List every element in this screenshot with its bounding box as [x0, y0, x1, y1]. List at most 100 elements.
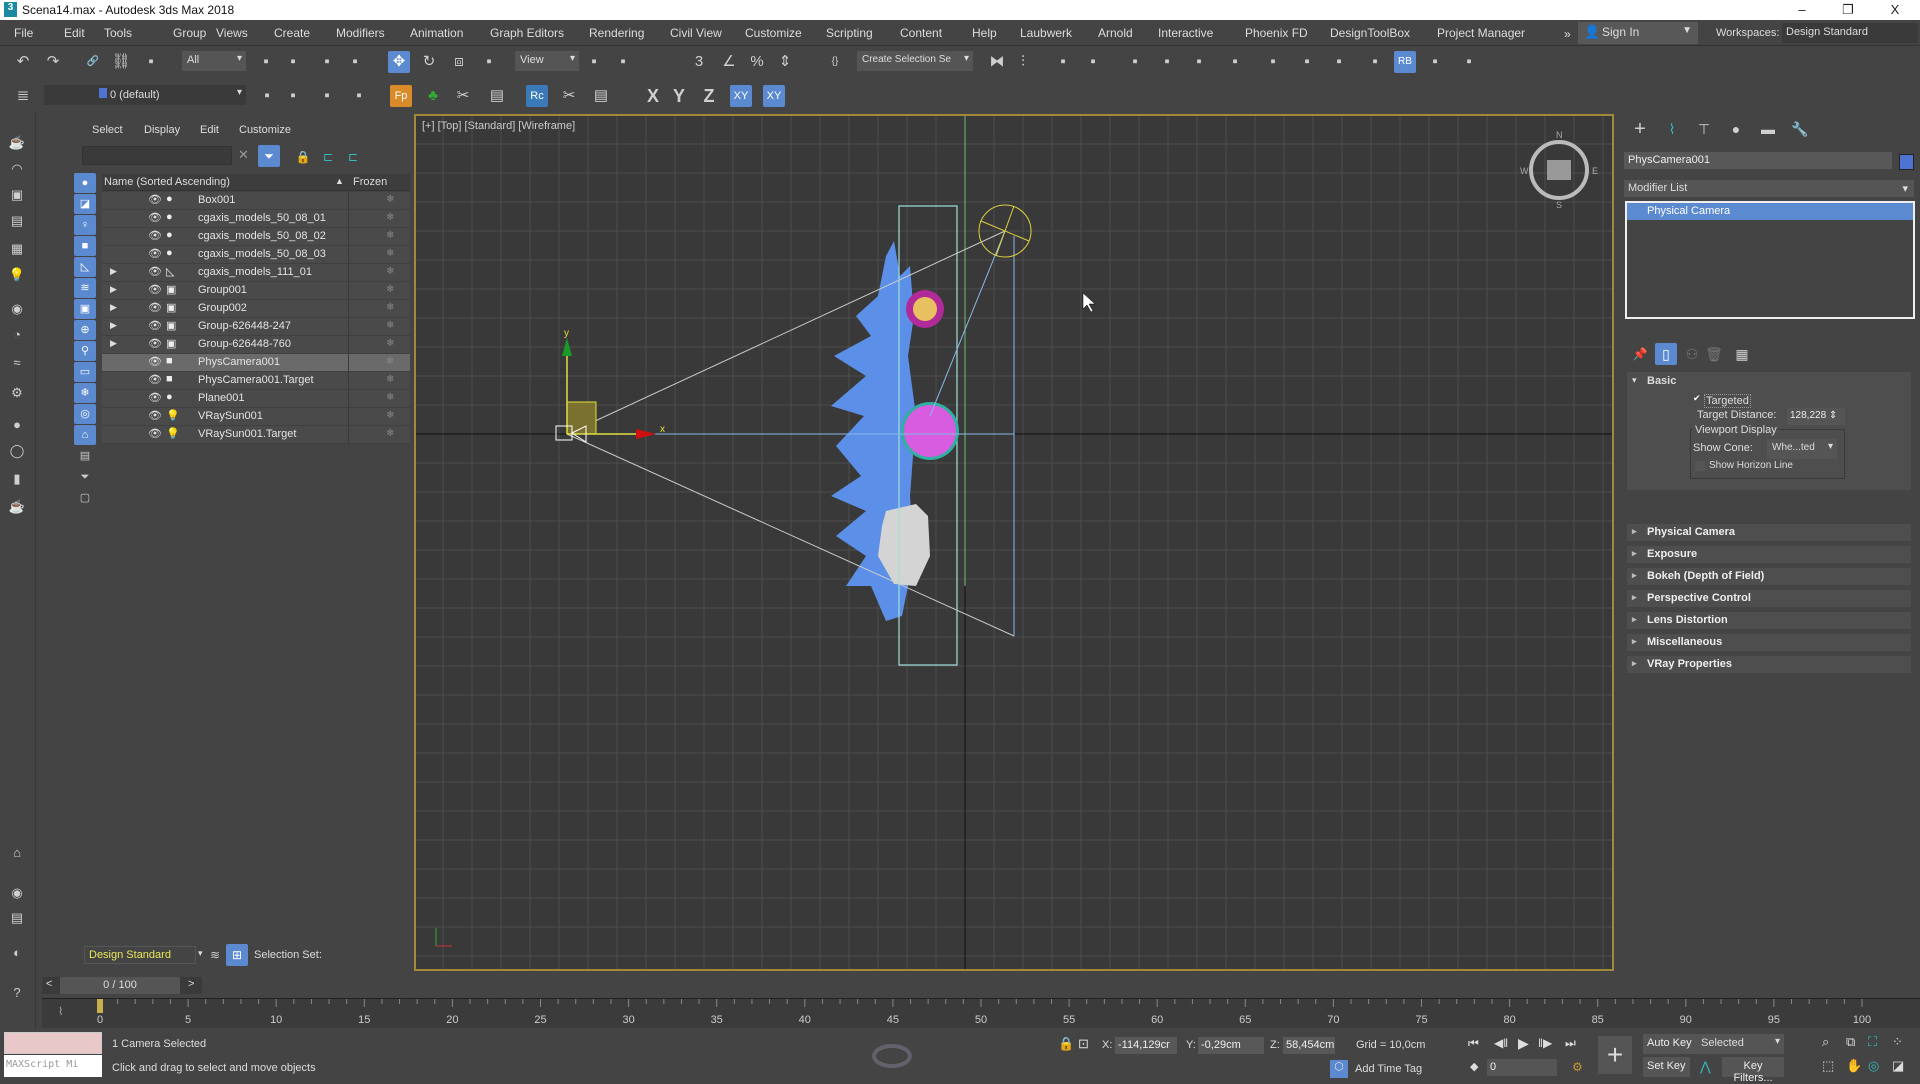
- undo-icon[interactable]: ↶: [12, 51, 34, 73]
- menu-animation[interactable]: Animation: [410, 26, 463, 40]
- default-tangents-icon[interactable]: ⋀: [1700, 1059, 1711, 1075]
- frozen-toggle-icon[interactable]: ❄: [386, 320, 394, 331]
- explorer-row[interactable]: ▶ 👁 ▣ Group001 ❄: [102, 282, 410, 300]
- teapot2-icon[interactable]: ☕: [6, 496, 28, 518]
- filter-cameras-icon[interactable]: ■: [74, 236, 96, 256]
- maxscript-listener[interactable]: [4, 1032, 102, 1054]
- frozen-toggle-icon[interactable]: ❄: [386, 266, 394, 277]
- menu-customize[interactable]: Customize: [745, 26, 802, 40]
- menu-laubwerk[interactable]: Laubwerk: [1020, 26, 1072, 40]
- visibility-eye-icon[interactable]: 👁: [148, 373, 162, 386]
- workspace-selector[interactable]: Design Standard: [84, 946, 196, 964]
- lock-icon[interactable]: 🔒: [292, 146, 314, 168]
- select-place-icon[interactable]: ▪: [478, 51, 500, 73]
- close-button[interactable]: X: [1880, 2, 1910, 17]
- set-key-button[interactable]: Set Key: [1643, 1057, 1690, 1077]
- explorer-row[interactable]: 👁 ● cgaxis_models_50_08_01 ❄: [102, 210, 410, 228]
- expand-arrow-icon[interactable]: ▶: [110, 302, 117, 313]
- schematic-view-icon[interactable]: ▪: [1188, 51, 1210, 73]
- maximize-viewport-icon[interactable]: ◪: [1892, 1058, 1904, 1074]
- visibility-eye-icon[interactable]: 👁: [148, 247, 162, 260]
- explorer-row[interactable]: 👁 💡 VRaySun001 ❄: [102, 408, 410, 426]
- go-to-start-icon[interactable]: ⏮: [1468, 1036, 1479, 1051]
- viewport-icon[interactable]: ▦: [6, 238, 28, 260]
- modifier-list-dropdown[interactable]: Modifier List: [1624, 180, 1914, 197]
- rollout-physical-camera[interactable]: Physical Camera: [1627, 524, 1911, 541]
- z-coordinate-field[interactable]: 58,454cm: [1283, 1037, 1335, 1054]
- menu-scripting[interactable]: Scripting: [826, 26, 873, 40]
- scene-icon[interactable]: ▤: [6, 210, 28, 232]
- zoom-extents-icon[interactable]: ⛶: [1868, 1034, 1877, 1050]
- axis-constraint-xy-button[interactable]: XY: [763, 85, 785, 107]
- target-distance-field[interactable]: 128,228 ⇕: [1787, 408, 1845, 425]
- maxscript-mini-input[interactable]: MAXScript Mi: [4, 1055, 102, 1077]
- mirror-icon[interactable]: ⧓: [986, 51, 1008, 73]
- curve-editor-icon[interactable]: ▪: [1156, 51, 1178, 73]
- menu-project-manager[interactable]: Project Manager: [1437, 26, 1525, 40]
- menu-overflow[interactable]: »: [1564, 27, 1571, 41]
- use-pivot-icon[interactable]: ▪: [583, 51, 605, 73]
- menu-file[interactable]: File: [14, 26, 33, 40]
- create-tab-icon[interactable]: +: [1629, 118, 1651, 140]
- filter-frozen-icon[interactable]: ❄: [74, 383, 96, 403]
- rollout-exposure[interactable]: Exposure: [1627, 546, 1911, 563]
- viewport-top[interactable]: x y N S E W [+] [Top] [Standard] [Wireframe]: [414, 114, 1614, 971]
- visibility-eye-icon[interactable]: 👁: [148, 409, 162, 422]
- visibility-eye-icon[interactable]: 👁: [148, 319, 162, 332]
- filter-shapes-icon[interactable]: ◪: [74, 194, 96, 214]
- scene-explorer-toggle-icon[interactable]: ⊞: [226, 944, 248, 966]
- column-frozen-header[interactable]: Frozen: [353, 176, 387, 188]
- play-icon[interactable]: ▶: [1518, 1035, 1529, 1052]
- redo-icon[interactable]: ↷: [42, 51, 64, 73]
- menu-graph-editors[interactable]: Graph Editors: [490, 26, 564, 40]
- restore-button[interactable]: ❐: [1833, 2, 1863, 18]
- named-selection-sets-dropdown[interactable]: Create Selection Se: [857, 51, 973, 71]
- stack-item-physical-camera[interactable]: Physical Camera: [1627, 203, 1913, 220]
- select-by-name-icon[interactable]: ▪: [282, 51, 304, 73]
- chevron-down-icon[interactable]: ▾: [198, 948, 203, 959]
- frozen-toggle-icon[interactable]: ❄: [386, 212, 394, 223]
- bind-space-warp-icon[interactable]: ▪: [140, 51, 162, 73]
- modify-tab-icon[interactable]: ⌇: [1661, 118, 1683, 140]
- list-icon[interactable]: ▤: [486, 85, 508, 107]
- render-setup-icon[interactable]: ▪: [1262, 51, 1284, 73]
- menu-create[interactable]: Create: [274, 26, 310, 40]
- render-icon[interactable]: ▣: [6, 184, 28, 206]
- frozen-toggle-icon[interactable]: ❄: [386, 248, 394, 259]
- menu-arnold[interactable]: Arnold: [1098, 26, 1133, 40]
- explorer-row[interactable]: ▶ 👁 ▣ Group002 ❄: [102, 300, 410, 318]
- zoom-region-icon[interactable]: ⬚: [1822, 1058, 1834, 1074]
- maxscript-icon[interactable]: ▤: [6, 907, 28, 929]
- select-scale-icon[interactable]: ⧈: [448, 51, 470, 73]
- prev-frame-button[interactable]: <: [46, 978, 52, 990]
- axis-y-button[interactable]: Y: [668, 85, 690, 107]
- layer-explorer-icon[interactable]: ▪: [1082, 51, 1104, 73]
- frozen-toggle-icon[interactable]: ❄: [386, 374, 394, 385]
- layer-dropdown[interactable]: 0 (default): [44, 85, 246, 105]
- nav-icon[interactable]: ⌂: [6, 842, 28, 864]
- selection-lock-icon[interactable]: 🔒: [1058, 1036, 1074, 1052]
- sphere-nav-icon[interactable]: ◉: [6, 882, 28, 904]
- display-tab-icon[interactable]: ▬: [1757, 118, 1779, 140]
- object-name-field[interactable]: PhysCamera001: [1624, 152, 1892, 169]
- column-name-header[interactable]: Name (Sorted Ascending): [104, 176, 230, 188]
- reference-coordinate-dropdown[interactable]: View: [515, 51, 579, 71]
- explorer-menu-customize[interactable]: Customize: [239, 124, 291, 136]
- menu-modifiers[interactable]: Modifiers: [336, 26, 385, 40]
- toggle-ribbon-icon[interactable]: ▪: [1124, 51, 1146, 73]
- visibility-eye-icon[interactable]: 👁: [148, 391, 162, 404]
- rc-tools-icon[interactable]: ✂: [558, 85, 580, 107]
- viewport-canvas[interactable]: x y N S E W: [416, 116, 1612, 969]
- filter-xrefs-icon[interactable]: ⊕: [74, 320, 96, 340]
- explorer-row[interactable]: 👁 ● cgaxis_models_50_08_02 ❄: [102, 228, 410, 246]
- render-iterative-icon[interactable]: ▪: [1364, 51, 1386, 73]
- visibility-eye-icon[interactable]: 👁: [148, 337, 162, 350]
- rendered-frame-icon[interactable]: ▪: [1296, 51, 1318, 73]
- rect-selection-icon[interactable]: ▪: [316, 51, 338, 73]
- frozen-toggle-icon[interactable]: ❄: [386, 356, 394, 367]
- clear-search-icon[interactable]: ✕: [238, 147, 249, 163]
- percent-snap-icon[interactable]: %: [746, 51, 768, 73]
- axis-x-button[interactable]: X: [642, 85, 664, 107]
- configure-modifier-sets-icon[interactable]: ▦: [1731, 343, 1753, 365]
- visibility-eye-icon[interactable]: 👁: [148, 211, 162, 224]
